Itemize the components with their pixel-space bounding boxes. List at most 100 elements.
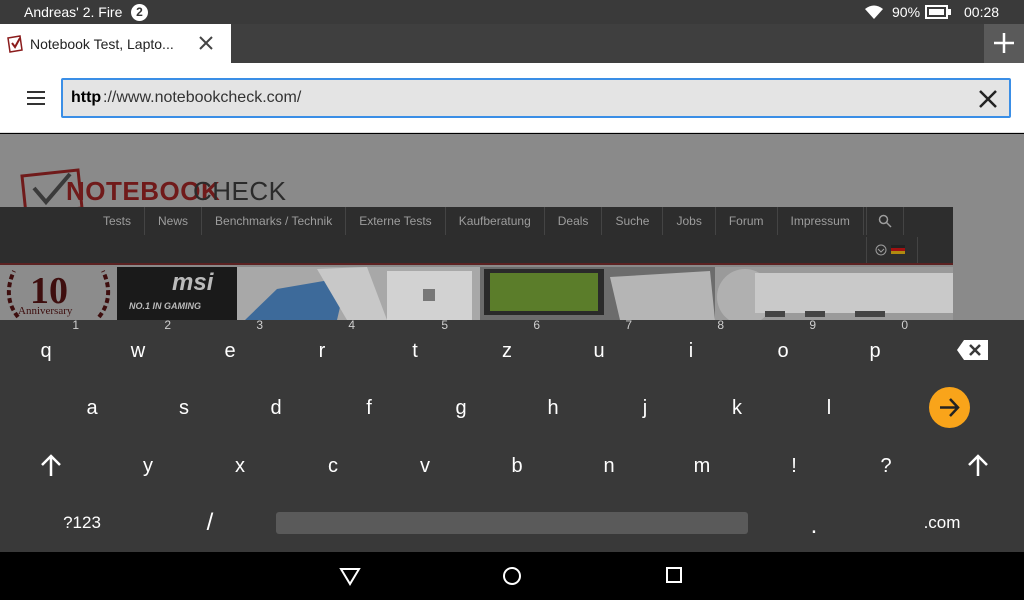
key-x[interactable]: x <box>215 446 265 486</box>
back-triangle-icon[interactable] <box>339 566 361 591</box>
go-button[interactable] <box>929 387 970 428</box>
key-label: r <box>318 340 326 362</box>
nav-forum[interactable]: Forum <box>716 207 778 235</box>
key-label: p <box>869 340 881 362</box>
arrow-right-icon <box>940 398 960 417</box>
key-hint: 6 <box>533 318 540 332</box>
key-b[interactable]: b <box>492 446 542 486</box>
nav-news[interactable]: News <box>145 207 203 235</box>
url-input[interactable]: http ://www.notebookcheck.com/ <box>61 78 1011 118</box>
system-nav-bar <box>0 552 1024 600</box>
key-p[interactable]: p0 <box>850 319 908 371</box>
slash-key[interactable]: / <box>185 503 235 543</box>
shift-key-right[interactable] <box>953 446 1003 486</box>
key-t[interactable]: t5 <box>390 319 448 371</box>
key-label: q <box>40 340 52 362</box>
shift-key-left[interactable] <box>26 446 76 486</box>
symbols-key[interactable]: ?123 <box>47 503 117 543</box>
site-nav: Tests News Benchmarks / Technik Externe … <box>0 207 953 265</box>
nav-suche[interactable]: Suche <box>602 207 664 235</box>
key-label: e <box>224 340 236 362</box>
key-c[interactable]: c <box>308 446 358 486</box>
key-label: i <box>688 340 694 362</box>
key-o[interactable]: o9 <box>758 319 816 371</box>
backspace-key[interactable] <box>948 330 998 370</box>
clear-url-icon[interactable] <box>978 89 998 114</box>
space-bar[interactable] <box>276 512 748 534</box>
browser-toolbar: http ://www.notebookcheck.com/ <box>0 63 1024 133</box>
new-tab-button[interactable] <box>984 24 1024 63</box>
key-l[interactable]: l <box>804 388 854 428</box>
web-page: NOTEBOOK CHECK Tests News Benchmarks / T… <box>0 134 1024 320</box>
anniversary-banner: 10 Anniversary <box>0 267 117 320</box>
nav-tests[interactable]: Tests <box>90 207 146 235</box>
key-z[interactable]: z6 <box>482 319 540 371</box>
nav-benchmarks[interactable]: Benchmarks / Technik <box>202 207 347 235</box>
shift-arrow-icon <box>41 454 61 476</box>
key-hint: 4 <box>348 318 355 332</box>
surface-laptop-image <box>237 267 480 320</box>
url-text: ://www.notebookcheck.com/ <box>103 89 302 106</box>
plus-icon <box>994 33 1014 53</box>
home-circle-icon[interactable] <box>502 566 522 591</box>
key-u[interactable]: u7 <box>574 319 632 371</box>
browser-tab[interactable]: Notebook Test, Lapto... <box>0 24 231 63</box>
key-hint: 3 <box>256 318 263 332</box>
key-k[interactable]: k <box>712 388 762 428</box>
wifi-icon <box>864 4 884 23</box>
key-label: u <box>593 340 605 362</box>
key-exclamation[interactable]: ! <box>769 446 819 486</box>
key-f[interactable]: f <box>344 388 394 428</box>
key-hint: 8 <box>717 318 724 332</box>
dotcom-key[interactable]: .com <box>907 503 977 543</box>
nav-jobs[interactable]: Jobs <box>663 207 716 235</box>
key-r[interactable]: r4 <box>297 319 355 371</box>
status-bar: Andreas' 2. Fire 2 90% 00:28 <box>0 0 1024 24</box>
period-key[interactable]: . <box>789 506 839 546</box>
key-e[interactable]: e3 <box>205 319 263 371</box>
key-n[interactable]: n <box>584 446 634 486</box>
key-hint: 5 <box>441 318 448 332</box>
docking-station-image <box>715 267 953 320</box>
tab-strip: Notebook Test, Lapto... <box>0 24 1024 63</box>
msi-banner: msi NO.1 IN GAMING <box>117 267 237 320</box>
key-label: z <box>502 340 512 362</box>
ad-banner[interactable]: 10 Anniversary msi NO.1 IN GAMING <box>0 267 953 320</box>
key-j[interactable]: j <box>620 388 670 428</box>
key-hint: 2 <box>164 318 171 332</box>
nav-externe-tests[interactable]: Externe Tests <box>346 207 446 235</box>
key-hint: 1 <box>72 318 79 332</box>
notebookcheck-favicon <box>6 35 24 58</box>
key-question[interactable]: ? <box>861 446 911 486</box>
recents-square-icon[interactable] <box>665 566 683 589</box>
search-icon[interactable] <box>866 207 904 235</box>
msi-logo: msi <box>172 269 214 296</box>
key-hint: 0 <box>901 318 908 332</box>
anniversary-label: Anniversary <box>18 305 73 317</box>
key-m[interactable]: m <box>677 446 727 486</box>
backspace-icon <box>957 340 988 360</box>
key-label: o <box>777 340 789 362</box>
battery-icon <box>925 5 951 22</box>
language-flag-icon[interactable] <box>866 237 918 263</box>
key-hint: 9 <box>809 318 816 332</box>
tab-title: Notebook Test, Lapto... <box>30 36 174 52</box>
key-g[interactable]: g <box>436 388 486 428</box>
key-d[interactable]: d <box>251 388 301 428</box>
key-v[interactable]: v <box>400 446 450 486</box>
nav-deals[interactable]: Deals <box>545 207 603 235</box>
key-w[interactable]: w2 <box>113 319 171 371</box>
soft-keyboard: q1 w2 e3 r4 t5 z6 u7 i8 o9 p0 a s d f g … <box>0 319 1024 552</box>
nav-impressum[interactable]: Impressum <box>778 207 864 235</box>
clock: 00:28 <box>964 4 1000 20</box>
key-s[interactable]: s <box>159 388 209 428</box>
nav-kaufberatung[interactable]: Kaufberatung <box>446 207 545 235</box>
key-a[interactable]: a <box>67 388 117 428</box>
close-tab-icon[interactable] <box>198 35 214 56</box>
key-y[interactable]: y <box>123 446 173 486</box>
key-i[interactable]: i8 <box>666 319 724 371</box>
menu-icon[interactable] <box>26 91 46 110</box>
key-label: t <box>412 340 418 362</box>
key-q[interactable]: q1 <box>21 319 79 371</box>
key-h[interactable]: h <box>528 388 578 428</box>
